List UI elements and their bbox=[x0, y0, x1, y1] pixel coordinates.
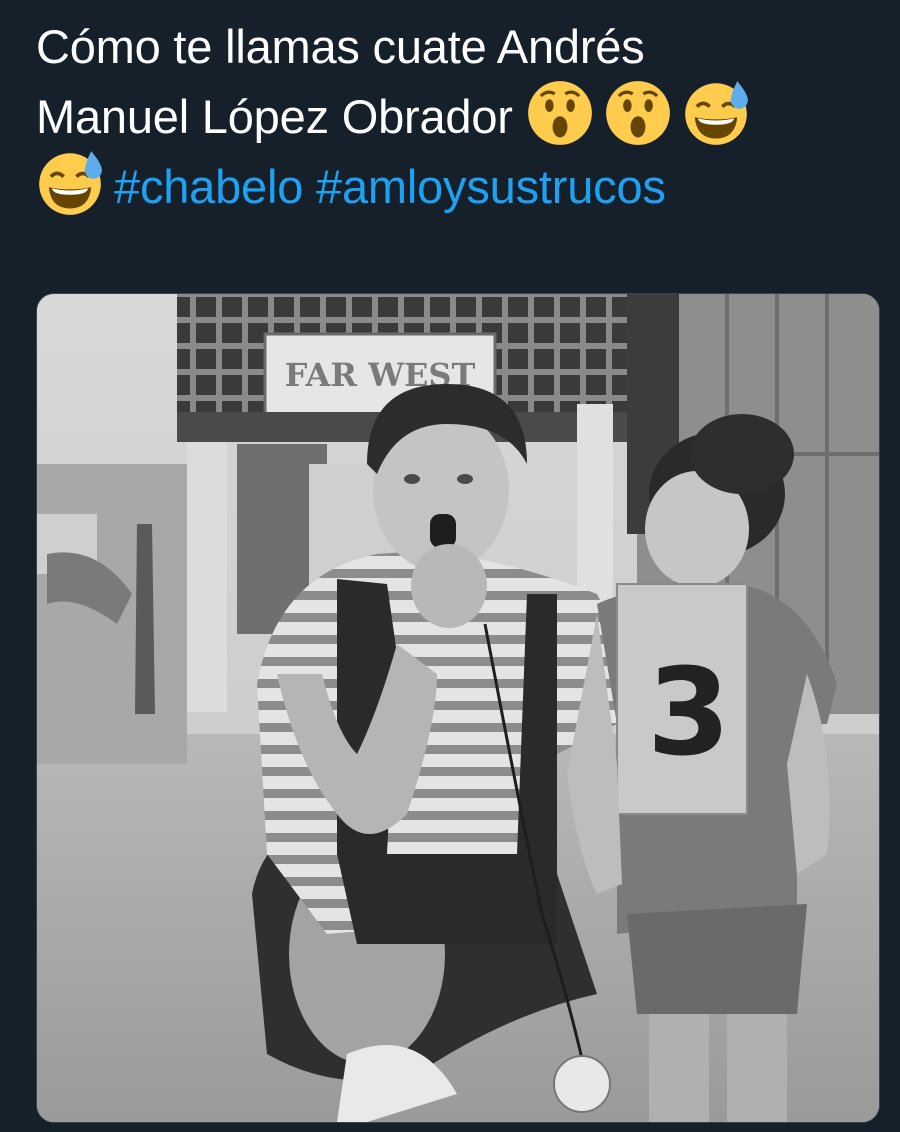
grinning-face-with-sweat-emoji bbox=[682, 79, 750, 147]
grinning-face-with-sweat-emoji bbox=[36, 149, 104, 217]
astonished-face-emoji bbox=[604, 79, 672, 147]
hashtag-link-amloysustrucos[interactable]: #amloysustrucos bbox=[316, 160, 666, 213]
tweet-text: Cómo te llamas cuate Andrés Manuel López… bbox=[36, 14, 876, 219]
tweet: Cómo te llamas cuate Andrés Manuel López… bbox=[0, 0, 900, 1132]
tweet-text-line1: Cómo te llamas cuate Andrés bbox=[36, 20, 645, 73]
cactus-prop bbox=[135, 524, 155, 714]
bib-number: 3 bbox=[647, 644, 731, 783]
hashtag-link-chabelo[interactable]: #chabelo bbox=[114, 160, 303, 213]
astonished-face-emoji bbox=[526, 79, 594, 147]
microphone bbox=[430, 514, 456, 548]
tweet-photo[interactable]: FAR WEST 3 bbox=[36, 293, 880, 1123]
tweet-text-line2: Manuel López Obrador bbox=[36, 90, 513, 143]
photo-illustration: FAR WEST 3 bbox=[37, 294, 879, 1122]
